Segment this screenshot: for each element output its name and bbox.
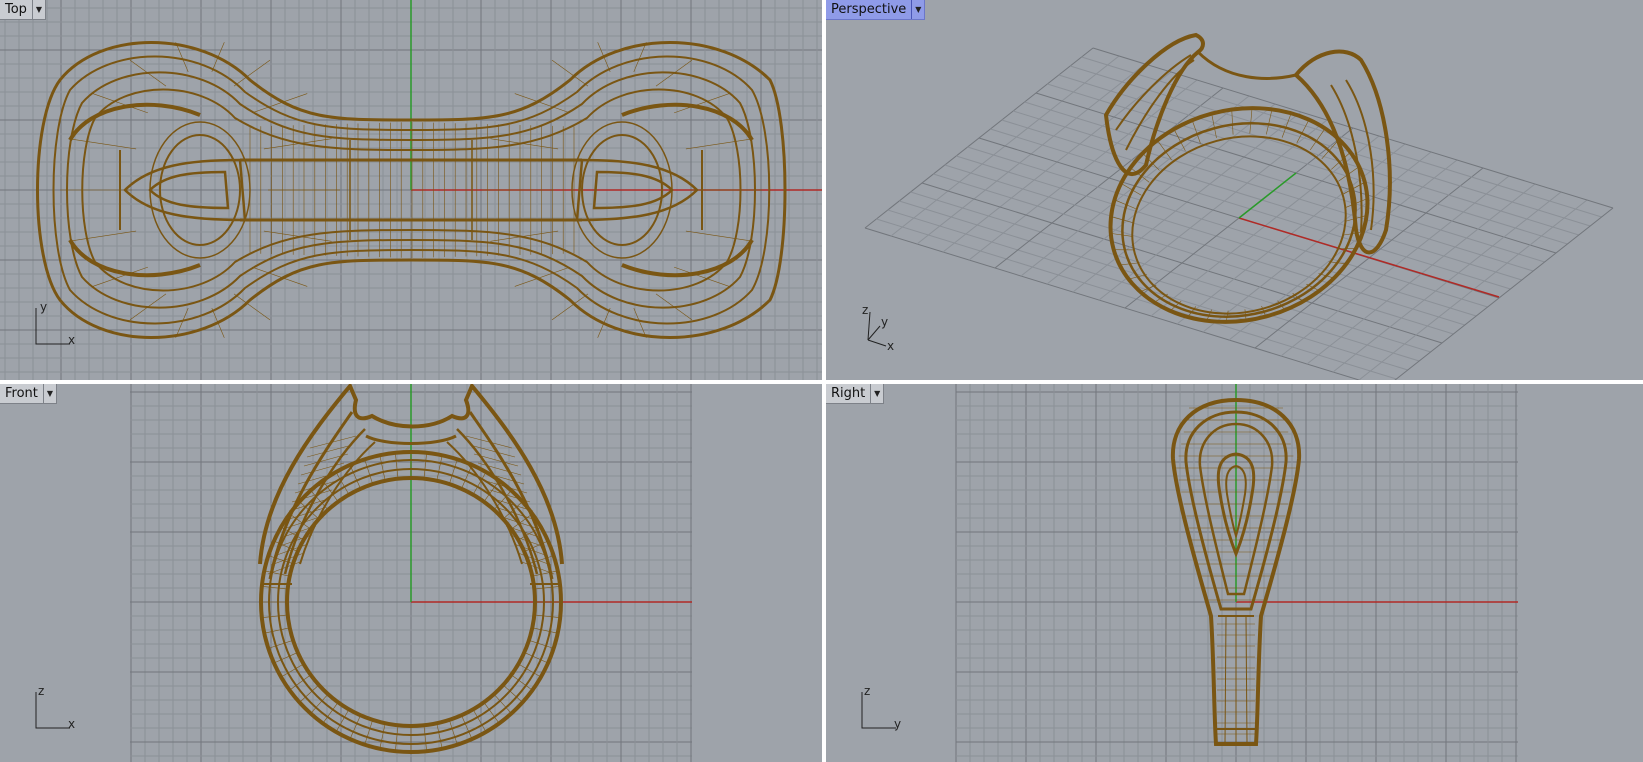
gizmo-label-z: z	[862, 303, 868, 317]
dropdown-arrow-icon[interactable]: ▼	[31, 0, 45, 19]
gizmo-label-y: y	[881, 315, 888, 329]
gizmo-label-x: x	[68, 333, 75, 347]
perspective-grid	[864, 47, 1614, 380]
viewport-front[interactable]: Front ▼ z x	[0, 384, 822, 762]
viewport-label-right[interactable]: Right	[826, 384, 870, 403]
dropdown-arrow-icon[interactable]: ▼	[911, 0, 924, 19]
axis-gizmo-top: y x	[35, 300, 75, 347]
perspective-view-canvas[interactable]	[826, 0, 1643, 380]
viewport-label-front[interactable]: Front	[0, 384, 43, 403]
viewport-tab-right[interactable]: Right ▼	[826, 384, 885, 404]
front-view-canvas[interactable]	[0, 384, 822, 762]
gizmo-label-y: y	[894, 717, 901, 731]
gizmo-label-y: y	[40, 300, 47, 314]
viewport-top[interactable]: Top ▼ y x	[0, 0, 822, 380]
gizmo-label-z: z	[38, 684, 44, 698]
gizmo-label-x: x	[887, 339, 894, 350]
top-view-canvas[interactable]	[0, 0, 822, 380]
gizmo-label-x: x	[68, 717, 75, 731]
axis-gizmo-perspective: z y x	[862, 303, 894, 350]
dropdown-arrow-icon[interactable]: ▼	[870, 384, 883, 403]
dropdown-arrow-icon[interactable]: ▼	[42, 384, 56, 403]
gizmo-label-z: z	[864, 684, 870, 698]
viewport-label-perspective[interactable]: Perspective	[826, 0, 911, 19]
viewport-right[interactable]: Right ▼ z y	[826, 384, 1643, 762]
viewport-tab-front[interactable]: Front ▼	[0, 384, 57, 404]
axis-gizmo-front: z x	[35, 684, 75, 731]
viewport-perspective[interactable]: Perspective ▼ z y x	[826, 0, 1643, 380]
viewport-tab-perspective[interactable]: Perspective ▼	[826, 0, 926, 20]
axis-gizmo-right: z y	[861, 684, 901, 731]
viewport-label-top[interactable]: Top	[0, 0, 32, 19]
right-grid	[955, 384, 1518, 762]
rhino-workspace: Top ▼ y x Perspective ▼ z y x Front ▼ z …	[0, 0, 1643, 762]
right-view-canvas[interactable]	[826, 384, 1643, 762]
viewport-tab-top[interactable]: Top ▼	[0, 0, 46, 20]
